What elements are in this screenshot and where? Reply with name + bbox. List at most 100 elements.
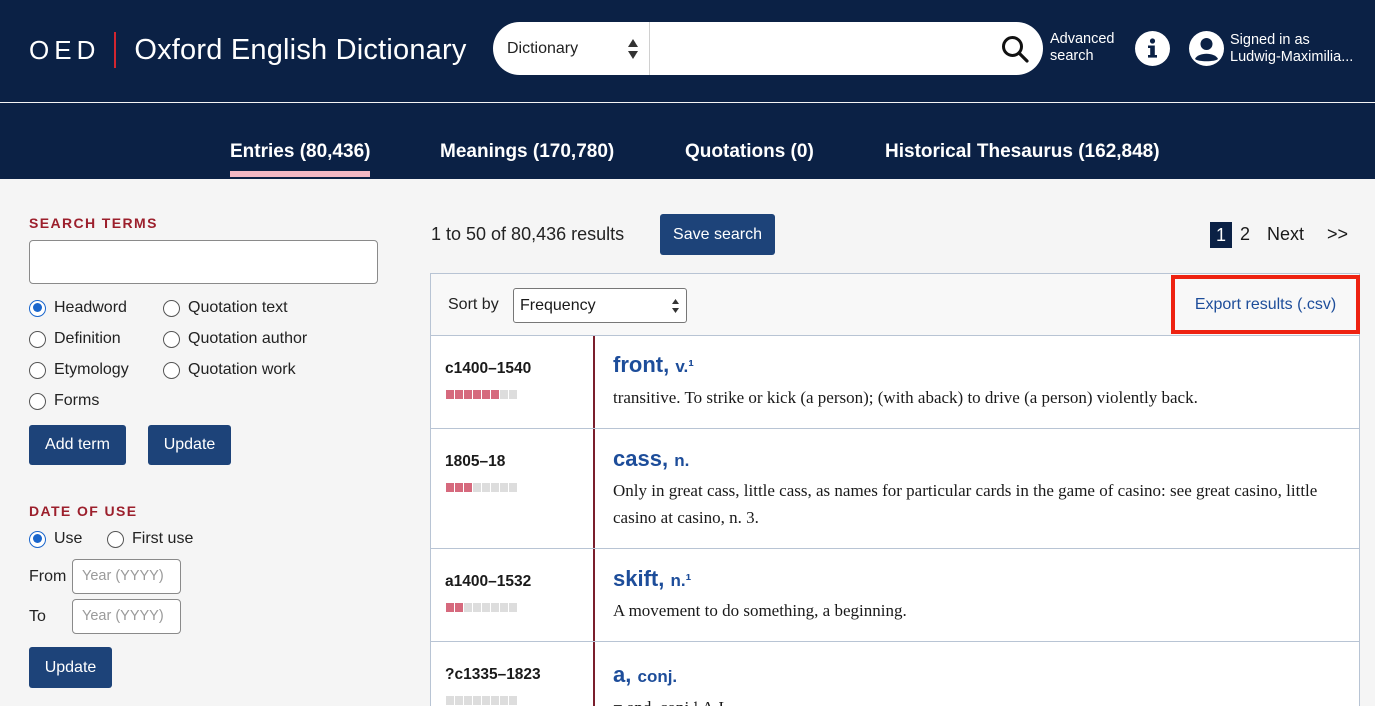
- frequency-segment: [464, 603, 472, 612]
- table-row: a1400–1532 skift, n.¹ A movement to do s…: [431, 549, 1359, 642]
- headword-text: cass,: [613, 446, 669, 471]
- radio-quotation-text[interactable]: Quotation text: [163, 299, 288, 317]
- entry-headword-link[interactable]: skift, n.¹: [613, 566, 691, 592]
- frequency-segment: [482, 696, 490, 705]
- to-year-field[interactable]: Year (YYYY): [72, 599, 181, 634]
- oed-logo[interactable]: OED Oxford English Dictionary: [29, 30, 467, 70]
- table-row: 1805–18 cass, n. Only in great cass, lit…: [431, 429, 1359, 549]
- table-row: ?c1335–1823 a, conj. = and, conj.¹ A.I.: [431, 642, 1359, 706]
- frequency-segment: [446, 390, 454, 399]
- entry-date: c1400–1540: [445, 360, 532, 377]
- entry-headword-link[interactable]: front, v.¹: [613, 352, 694, 378]
- radio-forms[interactable]: Forms: [29, 392, 99, 410]
- frequency-meter: [446, 603, 518, 612]
- frequency-meter: [446, 696, 518, 705]
- row-divider: [593, 429, 595, 548]
- radio-label: Etymology: [54, 361, 129, 378]
- search-terms-input[interactable]: [29, 240, 378, 284]
- select-arrows-icon: [672, 299, 679, 313]
- frequency-segment: [473, 603, 481, 612]
- search-scope-value: Dictionary: [507, 39, 579, 57]
- from-label: From: [29, 568, 67, 585]
- advanced-search-link[interactable]: Advanced search: [1050, 31, 1115, 65]
- date-of-use-heading: DATE OF USE: [29, 503, 138, 519]
- frequency-segment: [446, 696, 454, 705]
- advanced-search-line2: search: [1050, 48, 1094, 64]
- entry-definition: A movement to do something, a beginning.: [613, 601, 907, 620]
- export-highlight-box: Export results (.csv): [1171, 275, 1360, 334]
- radio-label: Quotation author: [188, 330, 308, 347]
- frequency-segment: [446, 483, 454, 492]
- last-page-link[interactable]: >>: [1327, 224, 1348, 245]
- entry-date: ?c1335–1823: [445, 666, 541, 683]
- results-tabs: Entries (80,436) Meanings (170,780) Quot…: [0, 103, 1375, 179]
- logo-title: Oxford English Dictionary: [134, 33, 467, 66]
- frequency-segment: [455, 696, 463, 705]
- user-account[interactable]: Signed in as Ludwig-Maximilia...: [1189, 31, 1353, 66]
- logo-abbreviation: OED: [29, 34, 101, 65]
- frequency-segment: [509, 603, 517, 612]
- frequency-segment: [482, 603, 490, 612]
- frequency-segment: [473, 483, 481, 492]
- frequency-segment: [482, 390, 490, 399]
- entry-date: a1400–1532: [445, 573, 532, 590]
- results-list: Sort by Frequency Export results (.csv) …: [430, 273, 1360, 706]
- radio-etymology[interactable]: Etymology: [29, 361, 129, 379]
- frequency-segment: [473, 696, 481, 705]
- frequency-segment: [446, 603, 454, 612]
- select-arrows-icon: [628, 39, 638, 59]
- from-year-field[interactable]: Year (YYYY): [72, 559, 181, 594]
- date-update-button[interactable]: Update: [29, 647, 112, 688]
- frequency-segment: [473, 390, 481, 399]
- tab-quotations[interactable]: Quotations (0): [685, 141, 814, 163]
- update-button[interactable]: Update: [148, 425, 231, 465]
- frequency-segment: [500, 696, 508, 705]
- search-input[interactable]: [650, 22, 987, 75]
- row-divider: [593, 549, 595, 641]
- part-of-speech: conj.: [637, 667, 678, 686]
- advanced-search-line1: Advanced: [1050, 31, 1115, 47]
- entry-definition: Only in great cass, little cass, as name…: [613, 481, 1318, 527]
- search-scope-select[interactable]: Dictionary: [493, 22, 650, 75]
- signed-in-label: Signed in as: [1230, 31, 1310, 48]
- radio-quotation-author[interactable]: Quotation author: [163, 330, 307, 348]
- radio-button: [107, 530, 124, 548]
- frequency-segment: [482, 483, 490, 492]
- result-count: 1 to 50 of 80,436 results: [431, 224, 625, 244]
- entry-headword-link[interactable]: a, conj.: [613, 662, 677, 688]
- radio-first-use[interactable]: First use: [107, 530, 193, 548]
- table-row: c1400–1540 front, v.¹ transitive. To str…: [431, 336, 1359, 429]
- radio-label: Use: [54, 530, 83, 547]
- frequency-segment: [455, 603, 463, 612]
- frequency-segment: [509, 696, 517, 705]
- add-term-button[interactable]: Add term: [29, 425, 126, 465]
- frequency-segment: [455, 390, 463, 399]
- headword-text: front,: [613, 352, 670, 377]
- save-search-button[interactable]: Save search: [660, 214, 775, 255]
- part-of-speech: v.¹: [675, 357, 694, 376]
- sort-bar: Sort by Frequency Export results (.csv): [431, 274, 1360, 336]
- radio-quotation-work[interactable]: Quotation work: [163, 361, 296, 379]
- user-name: Ludwig-Maximilia...: [1230, 48, 1354, 65]
- frequency-segment: [464, 390, 472, 399]
- search-button[interactable]: [987, 22, 1043, 75]
- next-page-link[interactable]: Next: [1267, 224, 1304, 245]
- radio-headword[interactable]: Headword: [29, 299, 127, 317]
- search-terms-heading: SEARCH TERMS: [29, 215, 158, 231]
- sort-value: Frequency: [520, 297, 596, 314]
- radio-button: [163, 299, 180, 317]
- radio-definition[interactable]: Definition: [29, 330, 121, 348]
- frequency-segment: [455, 483, 463, 492]
- info-button[interactable]: [1135, 31, 1170, 66]
- export-results-link[interactable]: Export results (.csv): [1195, 296, 1336, 314]
- radio-use[interactable]: Use: [29, 530, 82, 548]
- tab-meanings[interactable]: Meanings (170,780): [440, 141, 614, 163]
- radio-label: Headword: [54, 299, 127, 316]
- page-2-link[interactable]: 2: [1240, 224, 1250, 245]
- radio-button: [29, 361, 46, 379]
- frequency-segment: [509, 483, 517, 492]
- tab-historical-thesaurus[interactable]: Historical Thesaurus (162,848): [885, 141, 1160, 163]
- sort-select[interactable]: Frequency: [513, 288, 687, 323]
- entry-headword-link[interactable]: cass, n.: [613, 446, 689, 472]
- tab-entries[interactable]: Entries (80,436): [230, 141, 371, 177]
